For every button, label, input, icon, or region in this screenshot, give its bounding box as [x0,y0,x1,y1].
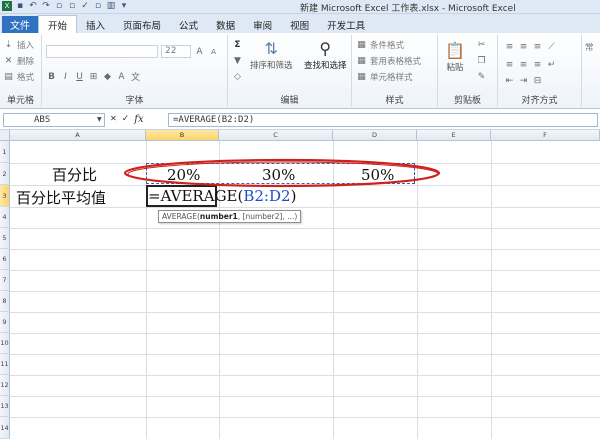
red-ellipse-annotation-inner [127,161,439,187]
annotation-overlay [123,158,441,188]
